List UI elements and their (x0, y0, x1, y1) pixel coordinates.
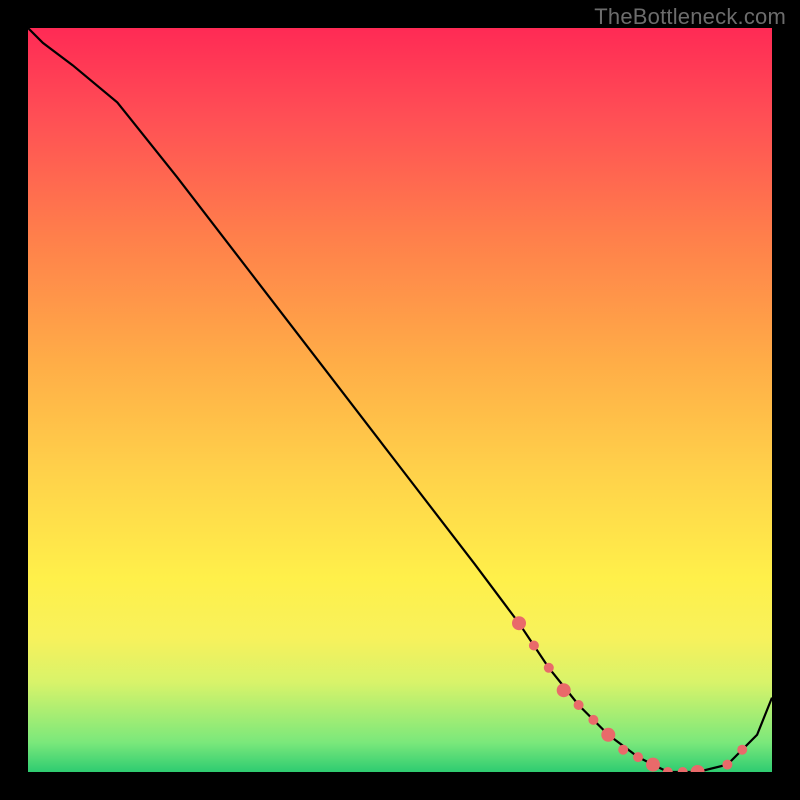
marker-point (722, 760, 732, 770)
chart-frame: TheBottleneck.com (0, 0, 800, 800)
marker-point (663, 767, 673, 772)
marker-point (588, 715, 598, 725)
watermark-text: TheBottleneck.com (594, 4, 786, 30)
marker-point (529, 641, 539, 651)
marker-point (574, 700, 584, 710)
plot-area (28, 28, 772, 772)
marker-point (737, 745, 747, 755)
marker-point (544, 663, 554, 673)
curve-svg (28, 28, 772, 772)
marker-point (633, 752, 643, 762)
marker-point (678, 767, 688, 772)
marker-point (601, 728, 615, 742)
bottleneck-curve-path (28, 28, 772, 772)
marker-point (646, 758, 660, 772)
marker-point (557, 683, 571, 697)
marker-point (618, 745, 628, 755)
marker-point (512, 616, 526, 630)
marker-group (512, 616, 747, 772)
marker-point (691, 765, 705, 772)
